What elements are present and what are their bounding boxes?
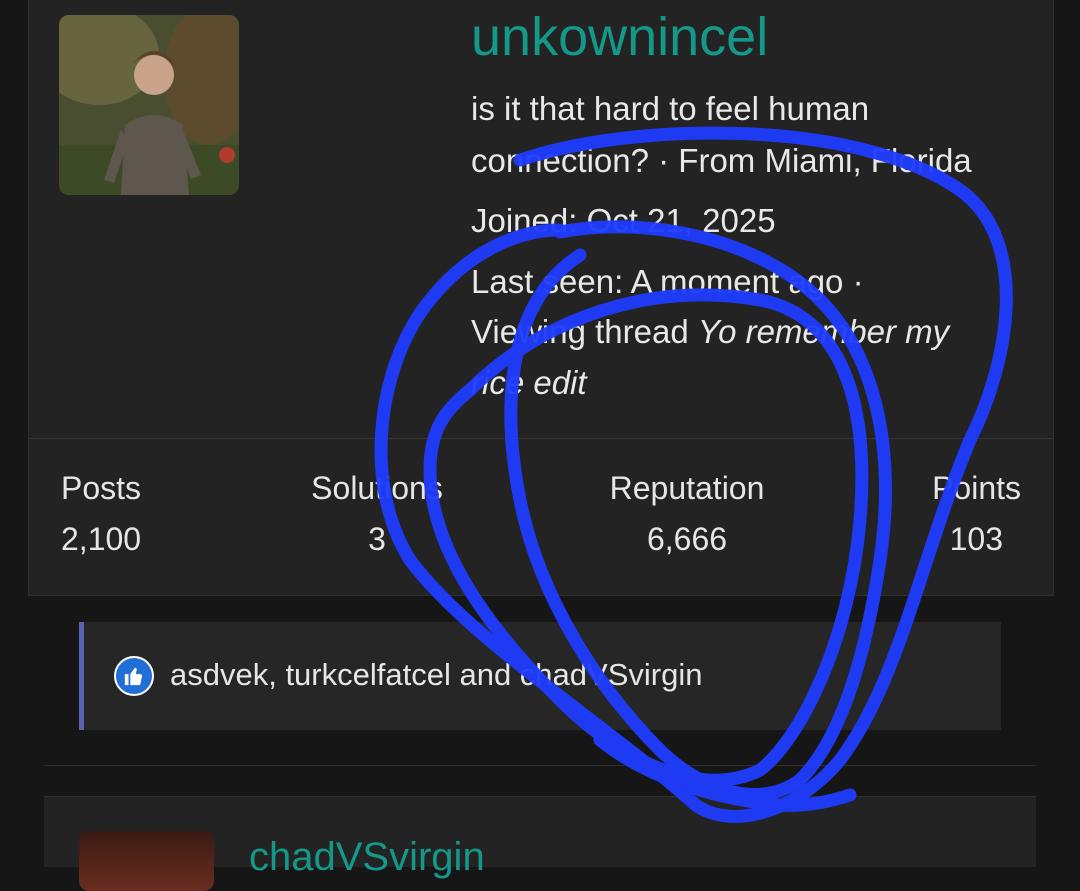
stat-label: Posts (61, 470, 142, 506)
viewing-thread-link-part1[interactable]: Yo remember my (698, 313, 949, 350)
viewing-thread-link-part2[interactable]: rice edit (471, 364, 587, 401)
stat-reputation[interactable]: Reputation 6,666 (577, 470, 797, 558)
username[interactable]: unkownincel (471, 6, 768, 68)
stat-value: 103 (949, 521, 1003, 557)
stat-label: Reputation (609, 470, 765, 506)
thumbs-up-icon (114, 656, 154, 696)
joined-date: Joined: Oct 21, 2025 (471, 202, 776, 239)
viewing-thread-cont: rice edit (471, 364, 587, 402)
stat-value: 3 (368, 521, 386, 557)
post-separator (44, 765, 1036, 766)
viewing-prefix: Viewing thread (471, 313, 698, 350)
stat-value: 6,666 (646, 521, 728, 557)
last-seen: Last seen: A moment ago · (471, 263, 864, 300)
stat-posts[interactable]: Posts 2,100 (61, 470, 281, 558)
stat-label: Points (932, 470, 1021, 506)
avatar[interactable] (59, 15, 239, 195)
stat-label: Solutions (311, 470, 443, 506)
stat-solutions[interactable]: Solutions 3 (267, 470, 487, 558)
bio-line-2: connection? · From Miami, Florida (471, 142, 972, 179)
reactions-bar[interactable]: asdvek, turkcelfatcel and chadVSvirgin (79, 622, 1001, 730)
thumbs-up-glyph (124, 667, 143, 686)
viewing-thread: Viewing thread Yo remember my (471, 313, 949, 351)
next-post-avatar[interactable] (79, 831, 214, 891)
next-post-username[interactable]: chadVSvirgin (249, 835, 485, 880)
stat-value: 2,100 (61, 521, 142, 557)
stat-points[interactable]: Points 103 (811, 470, 1021, 558)
stats-divider (29, 438, 1053, 439)
profile-card: unkownincel is it that hard to feel huma… (28, 0, 1054, 596)
next-post: chadVSvirgin (44, 796, 1036, 891)
reactions-list[interactable]: asdvek, turkcelfatcel and chadVSvirgin (170, 657, 702, 693)
bio-line-1: is it that hard to feel human (471, 90, 870, 127)
avatar-photo (59, 15, 239, 195)
